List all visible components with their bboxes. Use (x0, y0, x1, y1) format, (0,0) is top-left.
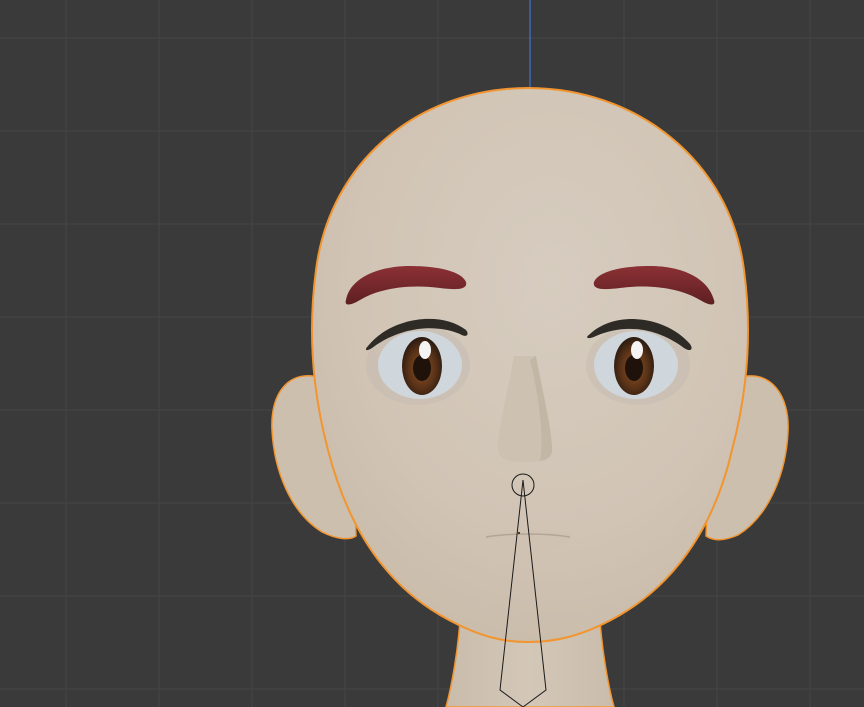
right-eye-highlight (631, 341, 643, 359)
bone-origin-dot (518, 532, 520, 534)
left-eye-highlight (419, 341, 431, 359)
left-pupil (413, 355, 431, 381)
right-pupil (625, 355, 643, 381)
3d-viewport[interactable] (0, 0, 864, 707)
viewport-canvas[interactable] (0, 0, 864, 707)
